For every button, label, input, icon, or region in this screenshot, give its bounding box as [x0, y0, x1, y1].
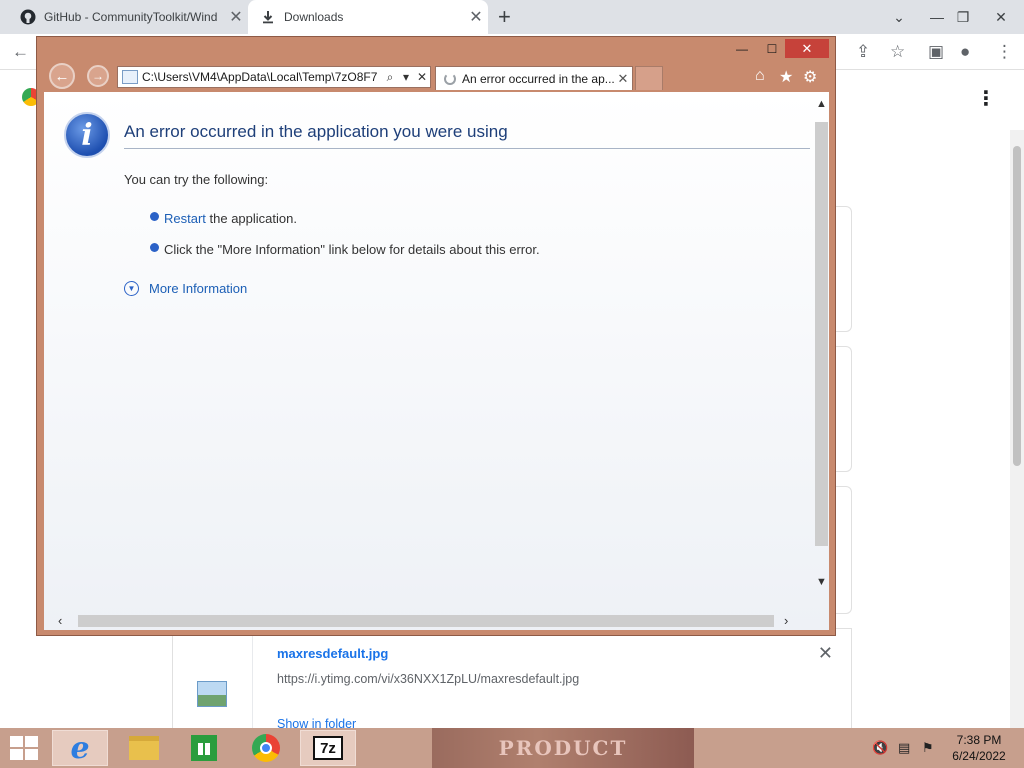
ie-tab[interactable]: An error occurred in the ap... ✕ — [435, 66, 633, 90]
chrome-tab-github[interactable]: GitHub - CommunityToolkit/Wind ✕ — [8, 0, 248, 34]
close-window-button[interactable]: ✕ — [984, 0, 1018, 34]
ie-horizontal-scrollbar[interactable]: ‹ › — [44, 612, 814, 630]
ie-back-button[interactable]: ← — [49, 63, 75, 89]
bookmark-star-icon[interactable]: ☆ — [890, 42, 905, 62]
taskbar-store[interactable] — [176, 730, 232, 766]
clock-time: 7:38 PM — [956, 733, 1002, 747]
restart-link[interactable]: Restart — [164, 211, 206, 226]
ie-address-text[interactable]: C:\Users\VM4\AppData\Local\Temp\7zO8F7 — [142, 70, 382, 84]
restore-button[interactable]: ❐ — [946, 0, 980, 34]
folder-icon — [129, 736, 159, 760]
chrome-menu-icon[interactable]: ⋮ — [996, 42, 1013, 62]
side-panel-icon[interactable]: ▣ — [928, 42, 944, 62]
chrome-scrollbar[interactable] — [1010, 130, 1024, 728]
ie-forward-button[interactable]: → — [87, 65, 109, 87]
chrome-tab-strip: GitHub - CommunityToolkit/Wind ✕ Downloa… — [0, 0, 1024, 34]
error-subtitle: You can try the following: — [124, 172, 269, 187]
download-card-edge — [836, 486, 852, 614]
share-icon[interactable]: ⇪ — [856, 42, 870, 62]
download-icon — [260, 9, 276, 25]
suggestion-text: the application. — [205, 211, 297, 226]
ie-page-content: i An error occurred in the application y… — [44, 92, 829, 630]
taskbar-chrome[interactable] — [238, 730, 294, 766]
ie-close-button[interactable]: ✕ — [785, 39, 829, 58]
loading-spinner-icon — [444, 72, 456, 85]
home-icon[interactable]: ⌂ — [755, 67, 765, 85]
profile-avatar-icon[interactable]: ● — [960, 42, 970, 62]
ie-window: — ☐ ✕ ← → C:\Users\VM4\AppData\Local\Tem… — [36, 36, 836, 636]
info-icon: i — [64, 112, 110, 158]
taskbar: e 7z PRODUCT 🔇 ▤ ⚑ 7:38 PM 6/24/2022 — [0, 728, 1024, 768]
download-file-name[interactable]: maxresdefault.jpg — [277, 646, 388, 661]
scroll-left-icon[interactable]: ‹ — [58, 613, 62, 628]
github-icon — [20, 9, 36, 25]
windows-start-button[interactable] — [10, 736, 40, 760]
internet-explorer-icon: e — [70, 730, 90, 766]
download-thumbnail — [173, 629, 253, 729]
taskbar-file-explorer[interactable] — [116, 730, 172, 766]
ie-vertical-scrollbar[interactable]: ▲ ▼ — [814, 92, 829, 614]
scroll-right-icon[interactable]: › — [784, 613, 788, 628]
suggestion-item: Click the "More Information" link below … — [150, 242, 540, 257]
volume-muted-icon[interactable]: 🔇 — [872, 740, 888, 756]
action-center-flag-icon[interactable]: ⚑ — [922, 740, 934, 756]
more-information-toggle[interactable]: ▼ More Information — [124, 281, 247, 296]
network-icon[interactable]: ▤ — [898, 740, 910, 756]
ie-maximize-button[interactable]: ☐ — [759, 40, 785, 58]
chrome-tab-label: Downloads — [284, 10, 344, 24]
ie-address-bar[interactable]: C:\Users\VM4\AppData\Local\Temp\7zO8F7 ⌕… — [117, 66, 431, 88]
new-tab-button[interactable]: + — [498, 4, 511, 30]
download-card-edge — [836, 346, 852, 472]
close-tab-icon[interactable]: ✕ — [464, 7, 488, 27]
favorites-star-icon[interactable]: ★ — [779, 67, 793, 87]
download-item-card: maxresdefault.jpg https://i.ytimg.com/vi… — [172, 628, 852, 731]
ie-new-tab-button[interactable] — [635, 66, 663, 90]
clock-date: 6/24/2022 — [952, 749, 1006, 763]
tools-gear-icon[interactable]: ⚙ — [803, 67, 817, 87]
chrome-tab-label: GitHub - CommunityToolkit/Wind — [44, 10, 218, 24]
wallpaper-thumbnail: PRODUCT — [432, 728, 694, 768]
download-url[interactable]: https://i.ytimg.com/vi/x36NXX1ZpLU/maxre… — [277, 672, 579, 686]
back-arrow-icon[interactable]: ← — [12, 42, 29, 62]
download-card-edge — [836, 206, 852, 332]
chevron-down-icon: ▼ — [124, 281, 139, 296]
store-icon — [191, 735, 217, 761]
chrome-icon — [252, 734, 280, 762]
close-tab-icon[interactable]: ✕ — [224, 7, 248, 27]
chrome-tab-downloads[interactable]: Downloads ✕ — [248, 0, 488, 34]
downloads-more-menu-icon[interactable]: ⋮ — [976, 86, 996, 111]
scrollbar-thumb[interactable] — [78, 615, 774, 627]
7zip-icon: 7z — [313, 736, 343, 760]
ie-minimize-button[interactable]: — — [729, 40, 755, 58]
scroll-up-icon[interactable]: ▲ — [814, 98, 829, 110]
ie-tab-close-icon[interactable]: ✕ — [614, 71, 632, 87]
system-clock[interactable]: 7:38 PM 6/24/2022 — [944, 732, 1014, 764]
title-divider — [124, 148, 810, 149]
tab-search-icon[interactable]: ⌄ — [882, 0, 916, 34]
error-title: An error occurred in the application you… — [124, 122, 508, 141]
dropdown-icon[interactable]: ▾ — [398, 70, 414, 84]
stop-icon[interactable]: ✕ — [414, 70, 430, 84]
taskbar-7zip[interactable]: 7z — [300, 730, 356, 766]
suggestion-text: Click the "More Information" link below … — [164, 242, 540, 257]
scroll-down-icon[interactable]: ▼ — [814, 576, 829, 588]
scrollbar-thumb[interactable] — [1013, 146, 1021, 466]
suggestion-item: Restart the application. — [150, 211, 297, 226]
scrollbar-thumb[interactable] — [815, 122, 828, 546]
remove-download-button[interactable]: ✕ — [818, 643, 833, 664]
ie-tab-title: An error occurred in the ap... — [462, 71, 614, 86]
bullet-icon — [150, 212, 159, 221]
more-information-link[interactable]: More Information — [149, 281, 247, 296]
taskbar-internet-explorer[interactable]: e — [52, 730, 108, 766]
page-icon — [122, 70, 138, 84]
image-file-icon — [197, 681, 227, 707]
bullet-icon — [150, 243, 159, 252]
search-icon[interactable]: ⌕ — [382, 70, 398, 85]
